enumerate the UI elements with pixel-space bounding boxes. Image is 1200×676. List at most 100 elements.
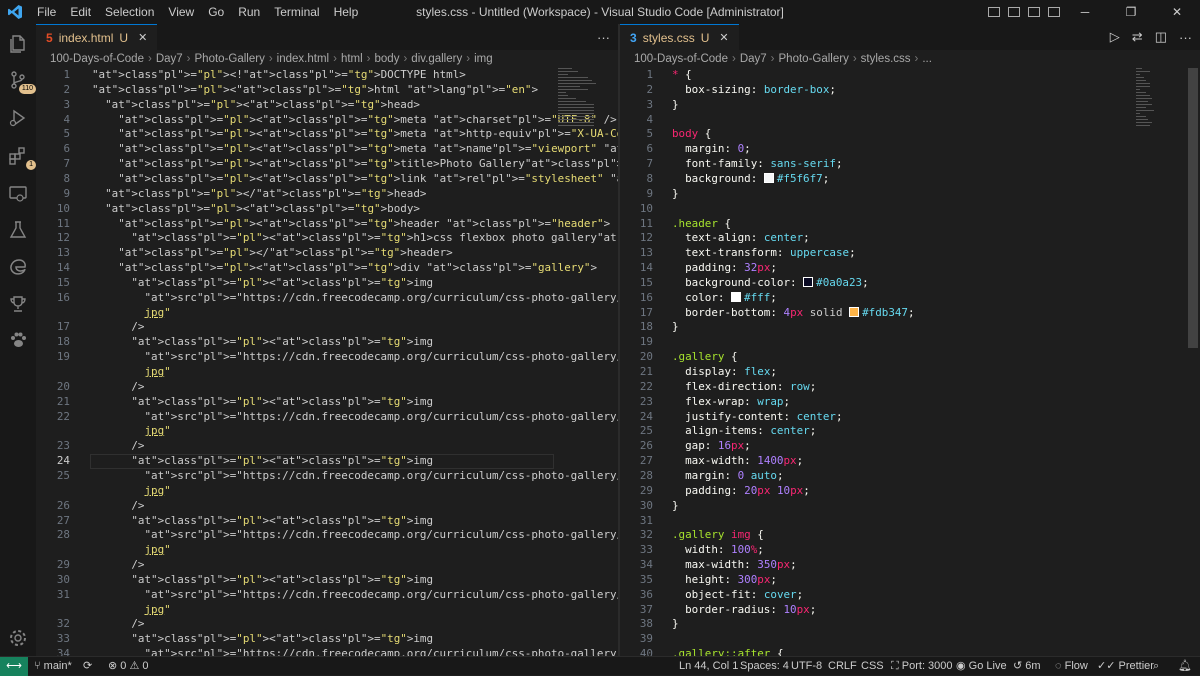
code-line[interactable]: 19 "at">src"pl">="https://cdn.freecodeca… bbox=[36, 350, 618, 365]
toggle-panel-icon[interactable] bbox=[1008, 7, 1020, 17]
code-line[interactable]: 1 * { bbox=[620, 68, 1120, 83]
code-line[interactable]: 28 "at">src"pl">="https://cdn.freecodeca… bbox=[36, 528, 618, 543]
paw-icon[interactable] bbox=[6, 328, 30, 352]
minimap-right[interactable] bbox=[1136, 68, 1180, 188]
code-line[interactable]: 20 /> bbox=[36, 380, 556, 395]
port-indicator[interactable]: ⛶ Port: 3000 bbox=[891, 657, 953, 676]
breadcrumb-item[interactable]: styles.css bbox=[861, 53, 911, 65]
source-control-icon[interactable]: 110 bbox=[6, 68, 36, 94]
extensions-icon[interactable]: 1 bbox=[6, 144, 36, 170]
run-debug-icon[interactable] bbox=[6, 106, 30, 130]
code-line[interactable]: 24 justify-content: center; bbox=[620, 410, 1120, 425]
testing-icon[interactable] bbox=[6, 218, 30, 242]
breadcrumb-item[interactable]: 100-Days-of-Code bbox=[50, 53, 144, 65]
code-line[interactable]: 1 "at">class"pl">="pl"><!"at">class"pl">=… bbox=[36, 68, 556, 83]
breadcrumb-item[interactable]: img bbox=[474, 53, 493, 65]
remote-indicator[interactable]: ⟷ bbox=[0, 657, 28, 676]
code-line[interactable]: 21 display: flex; bbox=[620, 365, 1120, 380]
code-line[interactable]: 7 font-family: sans-serif; bbox=[620, 157, 1120, 172]
code-line[interactable]: 22 "at">src"pl">="https://cdn.freecodeca… bbox=[36, 410, 618, 425]
compare-changes-icon[interactable]: ⇄ bbox=[1132, 29, 1143, 45]
remote-explorer-icon[interactable] bbox=[6, 182, 30, 206]
code-line[interactable]: 23 /> bbox=[36, 439, 556, 454]
code-line[interactable]: 14 padding: 32px; bbox=[620, 261, 1120, 276]
code-line[interactable]: 13 "at">class"pl">="pl"></"at">class"pl"… bbox=[36, 246, 556, 261]
code-line[interactable]: 22 flex-direction: row; bbox=[620, 380, 1120, 395]
minimize-button[interactable]: ─ bbox=[1062, 0, 1108, 24]
code-line[interactable]: jpg" bbox=[36, 424, 556, 439]
indentation[interactable]: Spaces: 4 bbox=[740, 657, 789, 676]
breadcrumb-item[interactable]: 100-Days-of-Code bbox=[634, 53, 728, 65]
code-line[interactable]: 37 border-radius: 10px; bbox=[620, 603, 1120, 618]
toggle-primary-sidebar-icon[interactable] bbox=[988, 7, 1000, 17]
vertical-scrollbar[interactable] bbox=[1188, 68, 1198, 348]
code-line[interactable]: 9} bbox=[620, 187, 1120, 202]
code-line[interactable]: jpg" bbox=[36, 484, 556, 499]
code-line[interactable]: 27 "at">class"pl">="pl"><"at">class"pl">… bbox=[36, 514, 556, 529]
restore-button[interactable]: ❐ bbox=[1108, 0, 1154, 24]
code-line[interactable]: 30 "at">class"pl">="pl"><"at">class"pl">… bbox=[36, 573, 556, 588]
customize-layout-icon[interactable] bbox=[1048, 7, 1060, 17]
notifications-bell-icon[interactable]: 🔔︎ bbox=[1178, 657, 1192, 676]
close-window-button[interactable]: ✕ bbox=[1154, 0, 1200, 24]
breadcrumb-item[interactable]: Photo-Gallery bbox=[779, 53, 849, 65]
code-line[interactable]: 23 flex-wrap: wrap; bbox=[620, 395, 1120, 410]
menu-go[interactable]: Go bbox=[201, 0, 231, 24]
code-line[interactable]: 25 align-items: center; bbox=[620, 424, 1120, 439]
code-line[interactable]: jpg" bbox=[36, 306, 556, 321]
code-line[interactable]: 13 text-transform: uppercase; bbox=[620, 246, 1120, 261]
code-line[interactable]: jpg" bbox=[36, 365, 556, 380]
code-line[interactable]: 6 "at">class"pl">="pl"><"at">class"pl">=… bbox=[36, 142, 618, 157]
code-line[interactable]: 11 "at">class"pl">="pl"><"at">class"pl">… bbox=[36, 217, 610, 232]
tab-styles-css[interactable]: 3 styles.css U ✕ bbox=[620, 24, 739, 50]
code-line[interactable]: 40 .gallery::after { bbox=[620, 647, 1120, 656]
breadcrumb-item[interactable]: body bbox=[375, 53, 400, 65]
code-line[interactable]: 17 border-bottom: 4px solid #fdb347; bbox=[620, 306, 1120, 321]
toggle-secondary-sidebar-icon[interactable] bbox=[1028, 7, 1040, 17]
end-of-line[interactable]: CRLF bbox=[828, 657, 857, 676]
code-line[interactable]: 33 width: 100%; bbox=[620, 543, 1120, 558]
code-line[interactable]: 7 "at">class"pl">="pl"><"at">class"pl">=… bbox=[36, 157, 618, 172]
code-line[interactable]: 31 "at">src"pl">="https://cdn.freecodeca… bbox=[36, 588, 618, 603]
code-line[interactable]: 27 max-width: 1400px; bbox=[620, 454, 1120, 469]
code-line[interactable]: 26 gap: 16px; bbox=[620, 439, 1120, 454]
timer-indicator[interactable]: ↺ 6m bbox=[1013, 657, 1041, 676]
menu-run[interactable]: Run bbox=[231, 0, 267, 24]
code-line[interactable]: 2 box-sizing: border-box; bbox=[620, 83, 1120, 98]
code-line[interactable]: 9 "at">class"pl">="pl"></"at">class"pl">… bbox=[36, 187, 556, 202]
feedback-icon[interactable]: ⌕ bbox=[1153, 657, 1159, 676]
code-line[interactable]: 34 max-width: 350px; bbox=[620, 558, 1120, 573]
language-mode[interactable]: CSS bbox=[861, 657, 884, 676]
problems-indicator[interactable]: ⊗ 0 ⚠ 0 bbox=[108, 657, 148, 676]
tab-index-html[interactable]: 5 index.html U ✕ bbox=[36, 24, 158, 50]
code-line[interactable]: 4 bbox=[620, 113, 1120, 128]
breadcrumb-item[interactable]: div.gallery bbox=[411, 53, 462, 65]
code-line[interactable]: 15 "at">class"pl">="pl"><"at">class"pl">… bbox=[36, 276, 556, 291]
code-line[interactable]: 29 /> bbox=[36, 558, 556, 573]
code-line[interactable]: 31 bbox=[620, 514, 1120, 529]
menu-selection[interactable]: Selection bbox=[98, 0, 161, 24]
run-icon[interactable]: ▷ bbox=[1110, 29, 1120, 45]
close-tab-icon[interactable]: ✕ bbox=[138, 31, 147, 44]
code-line[interactable]: 15 background-color: #0a0a23; bbox=[620, 276, 1120, 291]
breadcrumb-item[interactable]: Day7 bbox=[156, 53, 183, 65]
code-line[interactable]: 25 "at">src"pl">="https://cdn.freecodeca… bbox=[36, 469, 618, 484]
code-line[interactable]: 20 .gallery { bbox=[620, 350, 1120, 365]
breadcrumb-item[interactable]: index.html bbox=[277, 53, 329, 65]
code-line[interactable]: 5 "at">class"pl">="pl"><"at">class"pl">=… bbox=[36, 127, 618, 142]
menu-edit[interactable]: Edit bbox=[63, 0, 98, 24]
breadcrumb-item[interactable]: html bbox=[341, 53, 363, 65]
code-line[interactable]: 6 margin: 0; bbox=[620, 142, 1120, 157]
code-line[interactable]: 32 /> bbox=[36, 617, 556, 632]
files-icon[interactable] bbox=[6, 32, 30, 56]
breadcrumb-item[interactable]: Day7 bbox=[740, 53, 767, 65]
code-line[interactable]: 30} bbox=[620, 499, 1120, 514]
more-actions-icon[interactable]: ··· bbox=[597, 30, 610, 45]
menu-help[interactable]: Help bbox=[327, 0, 366, 24]
code-line[interactable]: 36 object-fit: cover; bbox=[620, 588, 1120, 603]
code-line[interactable]: 38} bbox=[620, 617, 1120, 632]
code-line[interactable]: 14 "at">class"pl">="pl"><"at">class"pl">… bbox=[36, 261, 597, 276]
split-editor-icon[interactable]: ◫ bbox=[1155, 29, 1167, 45]
code-line[interactable]: jpg" bbox=[36, 543, 556, 558]
code-line[interactable]: 5 body { bbox=[620, 127, 1120, 142]
